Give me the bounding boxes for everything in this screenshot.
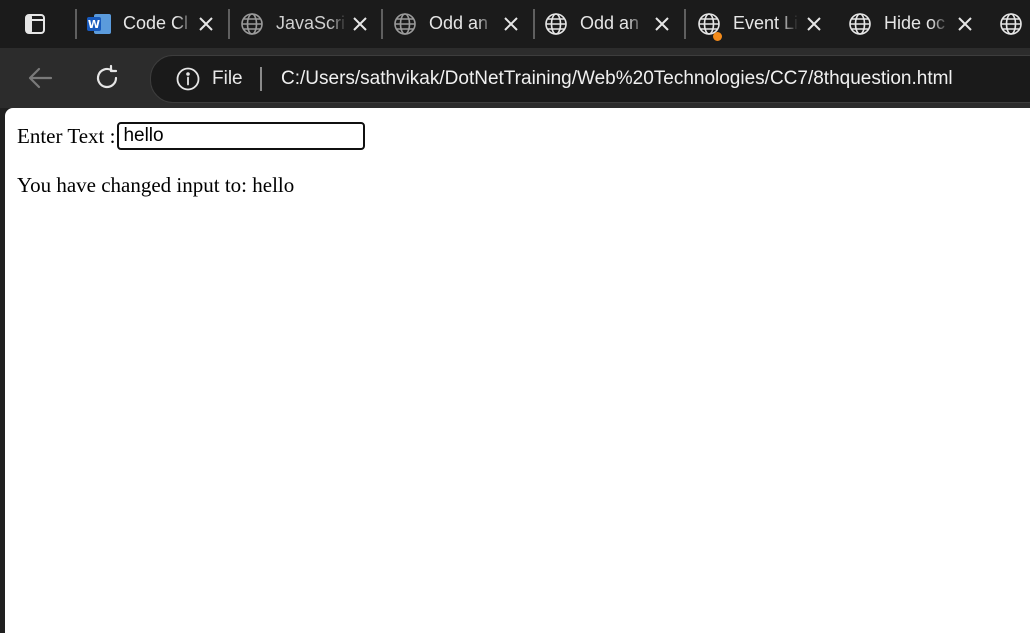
reload-icon	[96, 64, 118, 89]
notification-dot	[713, 32, 722, 41]
close-icon[interactable]	[196, 14, 216, 34]
browser-toolbar: File C:/Users/sathvikak/DotNetTraining/W…	[0, 48, 1030, 108]
tab-title-fade	[476, 8, 494, 36]
tab-title-fade	[780, 8, 798, 36]
page-viewport: Enter Text : You have changed input to: …	[5, 108, 1030, 633]
input-label: Enter Text :	[17, 123, 116, 148]
tab-separator	[533, 9, 535, 39]
close-icon[interactable]	[955, 14, 975, 34]
globe-icon	[239, 11, 265, 37]
close-icon[interactable]	[652, 14, 672, 34]
output-prefix: You have changed input to:	[17, 173, 253, 197]
tab-actions-button[interactable]	[20, 10, 50, 38]
globe-icon	[847, 11, 873, 37]
reload-button[interactable]	[91, 62, 123, 94]
tab-odd-and-2[interactable]: Odd an	[543, 6, 683, 40]
address-bar[interactable]: File C:/Users/sathvikak/DotNetTraining/W…	[150, 55, 1030, 103]
tab-partial[interactable]	[998, 6, 1030, 40]
tab-hide-odd[interactable]: Hide oc	[847, 6, 987, 40]
globe-icon	[543, 11, 569, 37]
tab-actions-icon	[25, 14, 45, 34]
tab-title-fade	[176, 8, 194, 36]
address-bar-separator	[260, 67, 262, 91]
tab-title-fade	[627, 8, 645, 36]
tab-separator	[684, 9, 686, 39]
output-message: You have changed input to: hello	[17, 173, 365, 198]
input-row: Enter Text :	[17, 120, 366, 152]
back-arrow-icon	[28, 67, 53, 89]
tab-separator	[228, 9, 230, 39]
tab-title-fade	[931, 8, 949, 36]
globe-icon	[392, 11, 418, 37]
url-text[interactable]: C:/Users/sathvikak/DotNetTraining/Web%20…	[281, 68, 953, 90]
tab-separator	[381, 9, 383, 39]
globe-icon	[696, 11, 722, 41]
close-icon[interactable]	[501, 14, 521, 34]
close-icon[interactable]	[350, 14, 370, 34]
tab-code-cl[interactable]: W Code Cl	[86, 6, 226, 40]
file-scheme-label[interactable]: File	[212, 68, 243, 90]
tab-separator	[75, 9, 77, 39]
close-icon[interactable]	[804, 14, 824, 34]
output-value: hello	[252, 173, 295, 197]
tab-javascript[interactable]: JavaScri	[239, 6, 379, 40]
word-icon: W	[86, 11, 112, 37]
page-content: Enter Text : You have changed input to: …	[17, 120, 366, 198]
tab-event-listener[interactable]: Event Li	[696, 6, 836, 41]
globe-icon	[998, 11, 1024, 37]
info-icon[interactable]	[176, 67, 200, 91]
tab-strip: W Code Cl JavaScri Odd an Odd an Event L…	[0, 0, 1030, 48]
text-input[interactable]	[117, 122, 366, 150]
back-button[interactable]	[24, 62, 56, 94]
tab-odd-and-1[interactable]: Odd an	[392, 6, 532, 40]
tab-title-fade	[329, 8, 347, 36]
